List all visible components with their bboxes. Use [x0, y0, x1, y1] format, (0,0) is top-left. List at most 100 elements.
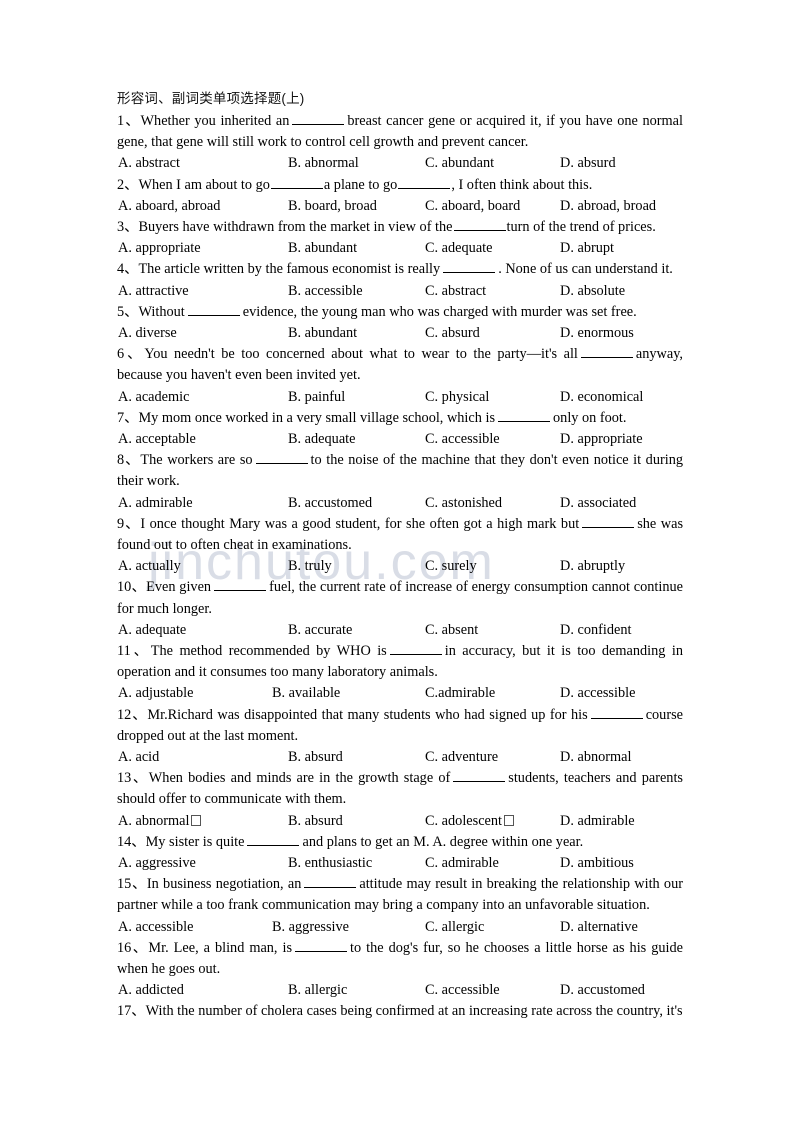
option-b[interactable]: B. absurd [288, 747, 343, 768]
question-number: 11、 [117, 642, 151, 659]
option-d[interactable]: D. absurd [560, 153, 616, 174]
option-c[interactable]: C. astonished [425, 493, 502, 514]
option-d[interactable]: D. economical [560, 387, 643, 408]
stem-text: You needn't be too concerned about what … [144, 346, 578, 363]
question-number: 8、 [117, 452, 141, 469]
option-c[interactable]: C. absurd [425, 323, 480, 344]
question-number: 13、 [117, 770, 149, 787]
option-row: A. addicted B. allergic C. accessible D.… [117, 980, 683, 1001]
option-a[interactable]: A. admirable [118, 493, 193, 514]
option-a[interactable]: A. aboard, abroad [118, 196, 220, 217]
stem-text: The method recommended by WHO is [150, 642, 387, 659]
option-a[interactable]: A. accessible [118, 917, 193, 938]
option-b[interactable]: B. available [272, 683, 340, 704]
option-d[interactable]: D. abnormal [560, 747, 631, 768]
option-a[interactable]: A. acceptable [118, 429, 196, 450]
option-b[interactable]: B. accurate [288, 620, 352, 641]
answer-blank [304, 875, 357, 889]
option-c[interactable]: C. allergic [425, 917, 484, 938]
option-c[interactable]: C. abundant [425, 153, 494, 174]
option-row: A. adjustable B. available C.admirable D… [117, 683, 683, 704]
page-title: 形容词、副词类单项选择题(上) [117, 91, 305, 106]
option-d[interactable]: D. associated [560, 493, 636, 514]
option-b[interactable]: B. accustomed [288, 493, 372, 514]
option-c[interactable]: C. accessible [425, 980, 500, 1001]
option-b[interactable]: B. abnormal [288, 153, 359, 174]
question-stem: 15、In business negotiation, an attitude m… [117, 874, 683, 916]
stem-text: I once thought Mary was a good student, … [140, 515, 580, 532]
option-d[interactable]: D. admirable [560, 811, 635, 832]
option-c[interactable]: C. admirable [425, 853, 499, 874]
option-b[interactable]: B. painful [288, 387, 345, 408]
stem-text: only on foot. [553, 409, 627, 426]
option-d[interactable]: D. appropriate [560, 429, 643, 450]
option-b[interactable]: B. allergic [288, 980, 347, 1001]
option-c[interactable]: C. adventure [425, 747, 498, 768]
option-a[interactable]: A. actually [118, 556, 181, 577]
question-number: 7、 [117, 409, 139, 426]
option-b[interactable]: B. abundant [288, 323, 357, 344]
option-c[interactable]: C.admirable [425, 683, 495, 704]
option-d[interactable]: D. enormous [560, 323, 634, 344]
option-c[interactable]: C. surely [425, 556, 477, 577]
option-row: A. academic B. painful C. physical D. ec… [117, 387, 683, 408]
option-row: A. abnormal B. absurd C. adolescent D. a… [117, 811, 683, 832]
option-c[interactable]: C. abstract [425, 281, 486, 302]
option-row: A. aggressive B. enthusiastic C. admirab… [117, 853, 683, 874]
option-d[interactable]: D. abroad, broad [560, 196, 656, 217]
option-b[interactable]: B. truly [288, 556, 332, 577]
answer-blank [389, 642, 442, 655]
option-d[interactable]: D. ambitious [560, 853, 634, 874]
option-c[interactable]: C. physical [425, 387, 489, 408]
option-a[interactable]: A. acid [118, 747, 159, 768]
option-d[interactable]: D. confident [560, 620, 631, 641]
question-number: 9、 [117, 515, 141, 532]
option-b[interactable]: B. adequate [288, 429, 355, 450]
option-a[interactable]: A. abstract [118, 153, 180, 174]
question-stem: 6、You needn't be too concerned about wha… [117, 344, 683, 386]
option-row: A. appropriate B. abundant C. adequate D… [117, 238, 683, 259]
option-c[interactable]: C. adequate [425, 238, 492, 259]
option-b[interactable]: B. enthusiastic [288, 853, 372, 874]
option-row: A. aboard, abroad B. board, broad C. abo… [117, 196, 683, 217]
answer-blank [443, 261, 496, 274]
option-a-label: A. abnormal [118, 812, 190, 829]
question-stem: 1、Whether you inherited an breast cancer … [117, 111, 683, 153]
missing-glyph-box-icon [191, 814, 202, 826]
question-number: 16、 [117, 939, 149, 956]
option-a[interactable]: A. aggressive [118, 853, 196, 874]
option-row: A. admirable B. accustomed C. astonished… [117, 493, 683, 514]
option-a[interactable]: A. adequate [118, 620, 186, 641]
option-a[interactable]: A. attractive [118, 281, 189, 302]
option-b[interactable]: B. accessible [288, 281, 363, 302]
option-b[interactable]: B. abundant [288, 238, 357, 259]
option-d[interactable]: D. accustomed [560, 980, 645, 1001]
option-c[interactable]: C. absent [425, 620, 478, 641]
stem-text: The article written by the famous econom… [138, 261, 441, 278]
option-c[interactable]: C. accessible [425, 429, 500, 450]
option-a[interactable]: A. abnormal [118, 811, 202, 832]
question-number: 4、 [117, 261, 139, 278]
option-b[interactable]: B. absurd [288, 811, 343, 832]
option-d[interactable]: D. abruptly [560, 556, 625, 577]
answer-blank [247, 833, 300, 846]
option-d[interactable]: D. alternative [560, 917, 638, 938]
document-page: jinchutou.com 形容词、副词类单项选择题(上) 1、Whether … [0, 0, 800, 1132]
stem-text: With the number of cholera cases being c… [145, 1003, 683, 1020]
option-d[interactable]: D. absolute [560, 281, 625, 302]
option-d[interactable]: D. accessible [560, 683, 635, 704]
option-b[interactable]: B. board, broad [288, 196, 377, 217]
option-row: A. actually B. truly C. surely D. abrupt… [117, 556, 683, 577]
option-a[interactable]: A. adjustable [118, 683, 193, 704]
option-a[interactable]: A. diverse [118, 323, 177, 344]
option-b[interactable]: B. aggressive [272, 917, 349, 938]
option-d[interactable]: D. abrupt [560, 238, 614, 259]
option-c[interactable]: C. aboard, board [425, 196, 520, 217]
option-c[interactable]: C. adolescent [425, 811, 515, 832]
option-row: A. acceptable B. adequate C. accessible … [117, 429, 683, 450]
option-a[interactable]: A. appropriate [118, 238, 201, 259]
option-a[interactable]: A. addicted [118, 980, 184, 1001]
option-row: A. accessible B. aggressive C. allergic … [117, 917, 683, 938]
question-stem: 12、Mr.Richard was disappointed that many… [117, 705, 683, 747]
option-a[interactable]: A. academic [118, 387, 189, 408]
